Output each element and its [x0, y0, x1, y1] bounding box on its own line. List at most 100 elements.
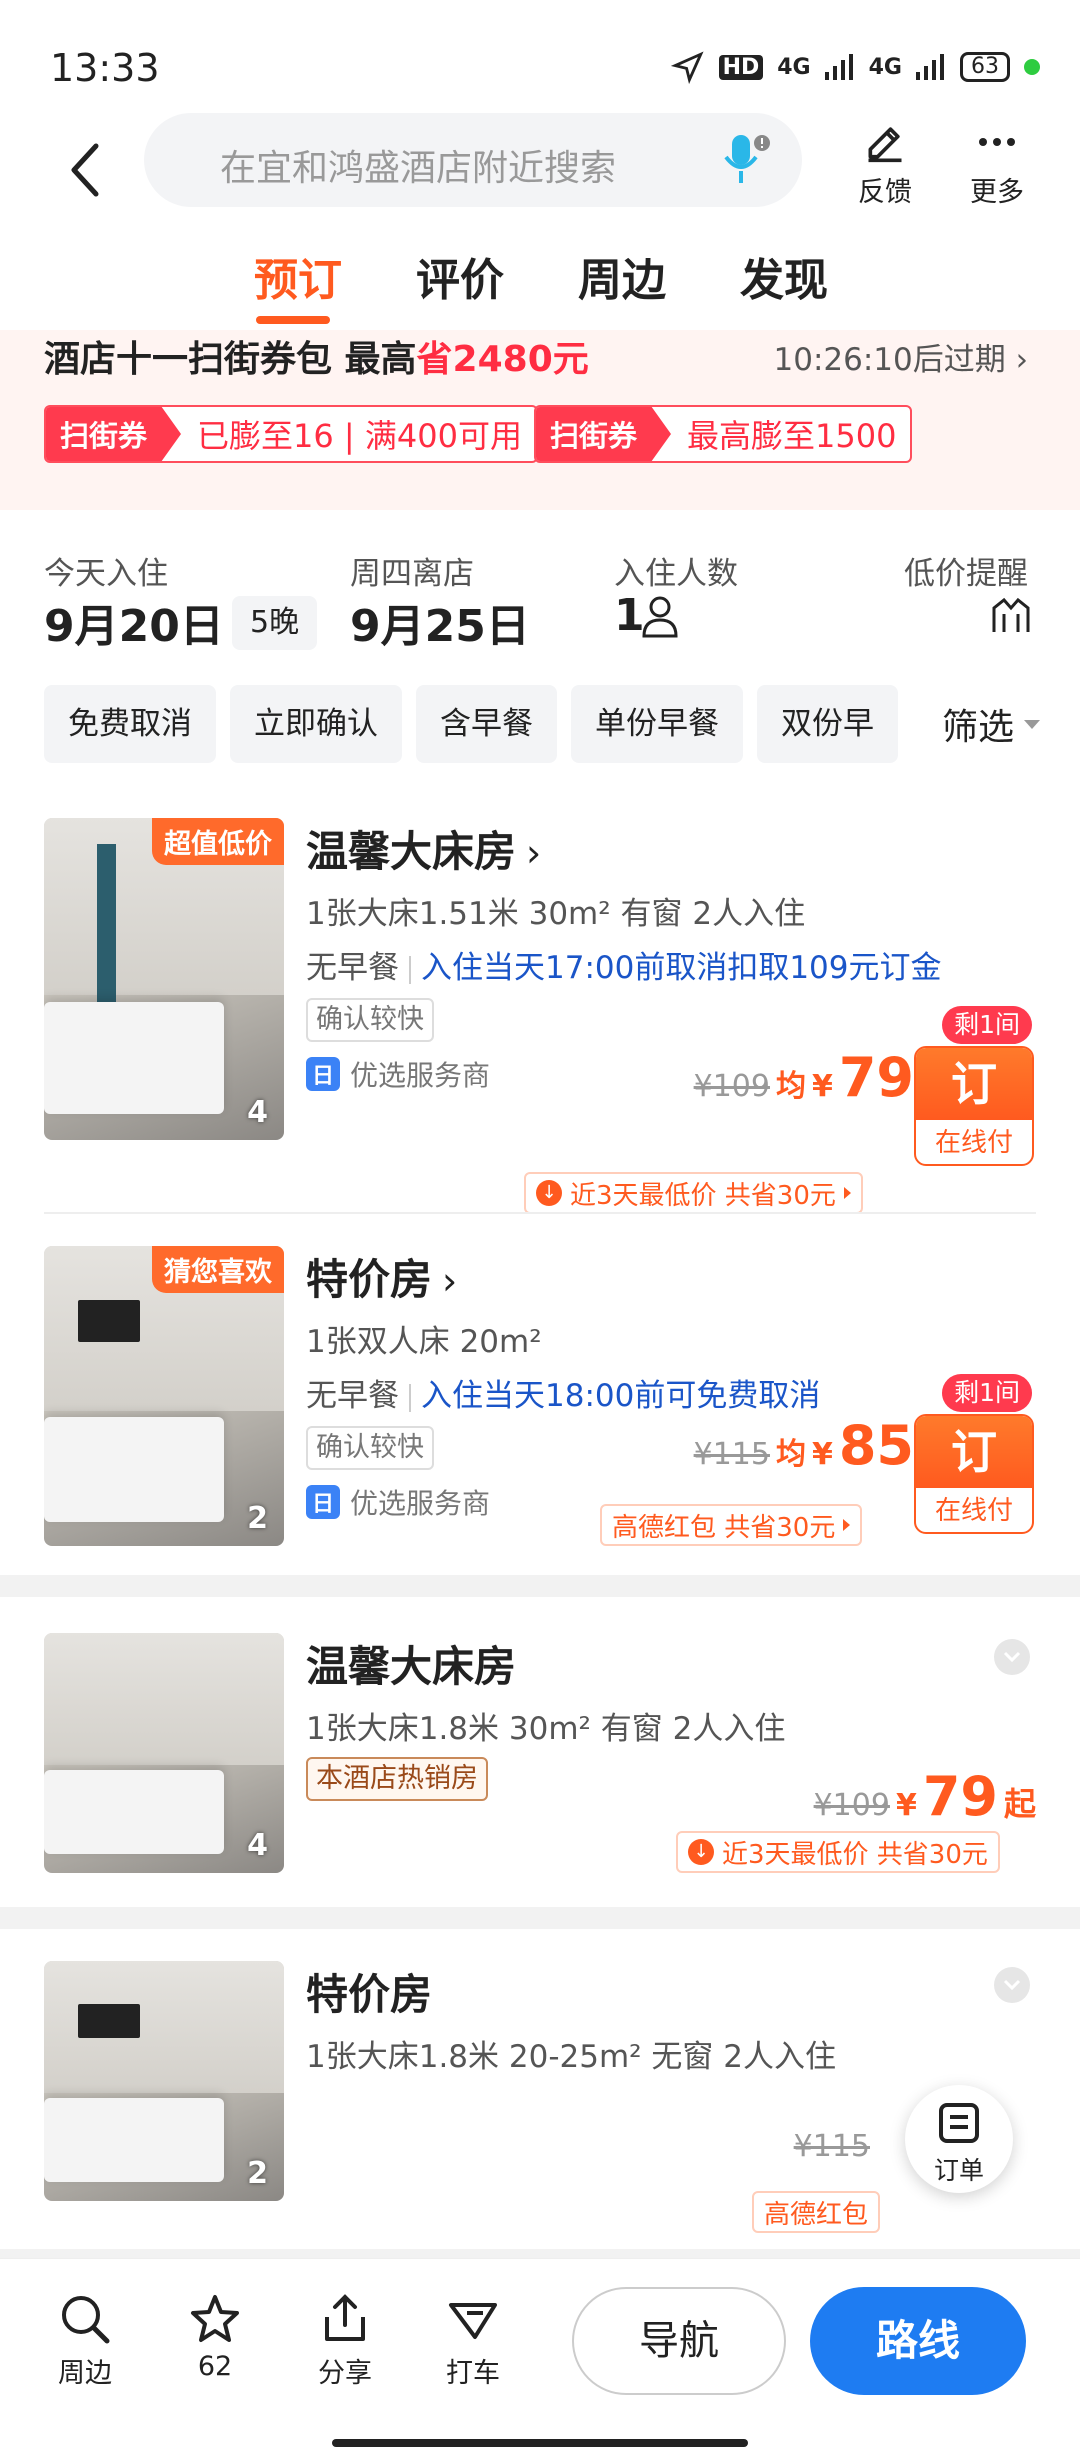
room-item[interactable]: 4 温馨大床房 1张大床1.8米 30m² 有窗 2人入住 本酒店热销房 ¥10…: [0, 1633, 1080, 1873]
room-photo[interactable]: 4: [44, 1633, 284, 1873]
more-dots-icon: [979, 138, 1015, 146]
currency-symbol: ¥: [895, 1788, 917, 1823]
bottom-action-bar: 周边 62 分享 打车 导航 路线: [0, 2258, 1080, 2460]
search-icon: [62, 2296, 110, 2344]
coupon-badge: 扫街券: [536, 407, 652, 461]
currency-symbol: ¥: [811, 1437, 833, 1472]
voice-mic-icon[interactable]: [722, 131, 772, 189]
photo-count: 4: [247, 1095, 268, 1130]
room-photo[interactable]: 2: [44, 1961, 284, 2201]
nearby-button[interactable]: 周边: [40, 2291, 130, 2390]
coupon-arrow-icon: [651, 407, 672, 461]
caret-right-icon: [843, 1519, 851, 1531]
room-ribbon: 猜您喜欢: [152, 1246, 284, 1293]
room-name[interactable]: 特价房 ›: [306, 1246, 457, 1307]
price-alert-label[interactable]: 低价提醒: [904, 548, 1028, 593]
coupon-banner[interactable]: 酒店十一扫街券包 最高省2480元 10:26:10后过期 › 扫街券 已膨至1…: [0, 330, 1080, 510]
coupon-tag[interactable]: 扫街券 最高膨至1500: [534, 405, 913, 463]
book-label: 订: [916, 1048, 1032, 1120]
book-button[interactable]: 订 在线付: [914, 1414, 1034, 1534]
filter-chip[interactable]: 双份早: [757, 685, 898, 763]
checkout-date[interactable]: 9月25日: [350, 590, 530, 654]
expand-chevron-icon[interactable]: [994, 1967, 1030, 2003]
filter-chip[interactable]: 单份早餐: [571, 685, 743, 763]
pay-online-label: 在线付: [934, 1496, 1013, 1526]
navigate-button[interactable]: 导航: [572, 2287, 786, 2395]
order-fab-button[interactable]: 订单: [905, 2085, 1013, 2193]
taxi-flag-icon: [449, 2303, 497, 2339]
deal-tag[interactable]: ↓ 近3天最低价 共省30元: [524, 1172, 863, 1214]
tab-discover[interactable]: 发现: [740, 244, 828, 308]
signal-bars-icon: [916, 54, 944, 80]
divider: [44, 1212, 1036, 1214]
room-spec: 1张双人床 20m²: [306, 1324, 542, 1360]
filter-chip[interactable]: 免费取消: [44, 685, 216, 763]
taxi-button[interactable]: 打车: [428, 2291, 518, 2390]
star-icon: [191, 2295, 239, 2342]
favorite-button[interactable]: 62: [170, 2291, 260, 2382]
rooms-left-badge: 剩1间: [942, 1006, 1032, 1044]
room-photo[interactable]: 超值低价 4: [44, 818, 284, 1140]
book-label: 订: [916, 1416, 1032, 1488]
cancel-policy: 入住当天18:00前可免费取消: [421, 1378, 821, 1414]
expand-chevron-icon[interactable]: [994, 1639, 1030, 1675]
deal-tag[interactable]: 高德红包 共省30元: [600, 1504, 863, 1546]
photo-count: 4: [247, 1828, 268, 1863]
service-provider-icon: 日: [306, 1485, 340, 1519]
checkin-date[interactable]: 9月20日: [44, 590, 224, 654]
room-policy: 无早餐 入住当天17:00前取消扣取109元订金: [306, 942, 942, 987]
deal-text: 高德红包 共省30元: [612, 1512, 836, 1543]
room-price: 85: [838, 1414, 914, 1477]
status-time: 13:33: [50, 46, 160, 90]
search-input[interactable]: 在宜和鸿盛酒店附近搜索: [144, 113, 802, 207]
room-item[interactable]: 猜您喜欢 2 特价房 › 1张双人床 20m² 无早餐 入住当天18:00前可免费取…: [0, 1246, 1080, 1546]
filter-chip[interactable]: 含早餐: [416, 685, 557, 763]
tab-reviews[interactable]: 评价: [416, 244, 504, 308]
book-button[interactable]: 订 在线付: [914, 1046, 1034, 1166]
tab-nearby[interactable]: 周边: [578, 244, 666, 308]
caret-down-icon: [1024, 719, 1040, 729]
coupon-title: 酒店十一扫街券包 最高省2480元: [44, 330, 589, 382]
guests-label: 入住人数: [614, 556, 738, 592]
price-row: ¥115 均 ¥ 85: [694, 1414, 914, 1477]
room-photo[interactable]: 猜您喜欢 2: [44, 1246, 284, 1546]
cancel-policy: 入住当天17:00前取消扣取109元订金: [421, 950, 942, 986]
chevron-right-icon: ›: [1015, 342, 1028, 378]
route-button[interactable]: 路线: [810, 2287, 1026, 2395]
person-icon: [642, 596, 678, 638]
room-name[interactable]: 特价房: [306, 1961, 432, 2022]
tab-booking[interactable]: 预订: [254, 244, 342, 308]
deal-tag[interactable]: ↓ 近3天最低价 共省30元: [676, 1831, 1000, 1873]
room-name[interactable]: 温馨大床房: [306, 1633, 516, 1694]
filter-chip[interactable]: 立即确认: [230, 685, 402, 763]
room-name-text: 特价房: [306, 1255, 433, 1304]
share-button[interactable]: 分享: [300, 2291, 390, 2390]
confirm-tag: 确认较快: [306, 1426, 434, 1470]
room-name[interactable]: 温馨大床房 ›: [306, 818, 541, 879]
coupon-arrow-icon: [161, 407, 182, 461]
pay-online-label: 在线付: [934, 1128, 1013, 1158]
breakfast-text: 无早餐: [306, 1378, 399, 1414]
feedback-button[interactable]: 反馈: [840, 120, 930, 209]
favorites-count: 62: [197, 2351, 233, 2382]
share-label: 分享: [318, 2358, 372, 2389]
filter-button[interactable]: 筛选: [942, 698, 1040, 750]
room-item[interactable]: 超值低价 4 温馨大床房 › 1张大床1.51米 30m² 有窗 2人入住 无早餐…: [0, 818, 1080, 1214]
status-bar: 13:33 HD 4G 4G 63: [0, 0, 1080, 120]
coupon-title-highlight: 省2480元: [416, 339, 589, 380]
nearby-label: 周边: [58, 2358, 112, 2389]
deal-tag[interactable]: 高德红包: [752, 2191, 881, 2233]
price-alert-icon[interactable]: [990, 594, 1032, 636]
chevron-right-icon: ›: [442, 1259, 458, 1303]
checkout-label: 周四离店: [350, 556, 474, 592]
photo-count: 2: [247, 2156, 268, 2191]
more-label: 更多: [970, 177, 1024, 208]
header: 在宜和鸿盛酒店附近搜索 反馈 更多: [0, 110, 1080, 230]
room-spec: 1张大床1.51米 30m² 有窗 2人入住: [306, 896, 806, 932]
signal-bars-icon: [824, 54, 853, 80]
more-button[interactable]: 更多: [952, 120, 1042, 209]
room-price: 79: [922, 1765, 998, 1828]
search-placeholder: 在宜和鸿盛酒店附近搜索: [220, 148, 617, 189]
back-icon[interactable]: [56, 130, 116, 210]
coupon-tag[interactable]: 扫街券 已膨至16 | 满400可用: [44, 405, 538, 463]
